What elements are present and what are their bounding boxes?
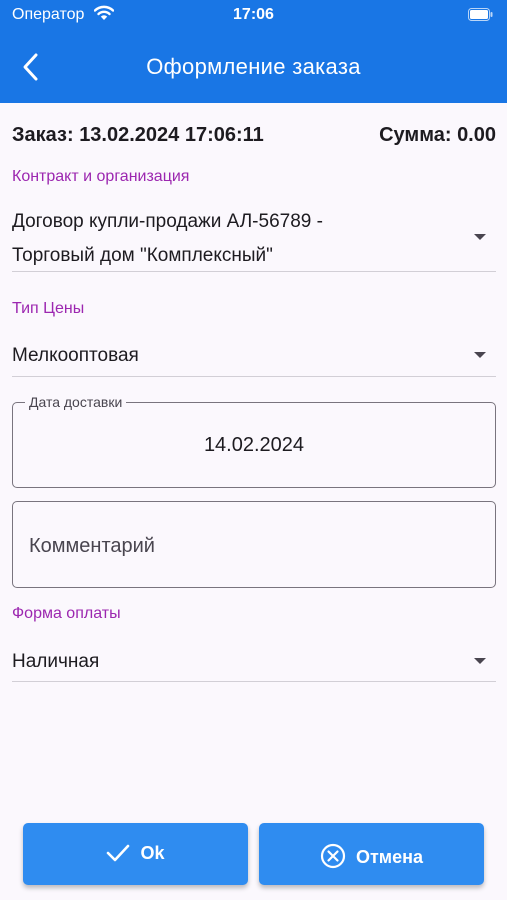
contract-label: Контракт и организация: [12, 168, 190, 185]
cancel-button-label: Отмена: [355, 847, 424, 867]
delivery-date-field[interactable]: Дата доставки 14.02.2024: [12, 394, 496, 488]
delivery-date-value: 14.02.2024: [203, 434, 305, 456]
order-datetime: Заказ: 13.02.2024 17:06:11: [12, 124, 264, 146]
cancel-button-content: Отмена: [259, 843, 484, 869]
check-icon: [107, 844, 130, 862]
cancel-button[interactable]: Отмена: [259, 823, 484, 885]
delivery-date-label: Дата доставки: [25, 394, 127, 410]
dropdown-arrow-icon: [474, 658, 486, 664]
dropdown-arrow-icon: [474, 352, 486, 358]
comment-field[interactable]: Комментарий: [12, 501, 496, 588]
page-title: Оформление заказа: [146, 54, 361, 79]
contract-value-line2: Торговый дом "Комплексный": [12, 245, 273, 266]
app-bar: Оператор 17:06 Оформление заказа: [0, 0, 507, 103]
comment-placeholder: Комментарий: [29, 535, 155, 557]
status-time: 17:06: [233, 6, 274, 23]
payment-label: Форма оплаты: [12, 605, 121, 622]
dropdown-arrow-icon: [474, 234, 486, 240]
contract-value-line1: Договор купли-продажи АЛ-56789 -: [12, 211, 323, 232]
price-type-select[interactable]: Мелкооптовая: [12, 337, 496, 377]
payment-select[interactable]: Наличная: [12, 643, 496, 682]
price-type-value: Мелкооптовая: [12, 345, 139, 366]
payment-value: Наличная: [12, 651, 100, 672]
contract-select[interactable]: Договор купли-продажи АЛ-56789 - Торговы…: [12, 201, 496, 272]
price-type-label: Тип Цены: [12, 300, 85, 317]
order-total: Сумма: 0.00: [379, 124, 496, 146]
battery-icon: [468, 8, 493, 21]
ok-button[interactable]: Ok: [23, 823, 248, 885]
cancel-circle-icon: [320, 843, 346, 869]
ok-button-content: Ok: [23, 843, 248, 864]
ok-button-label: Ok: [140, 843, 165, 863]
status-bar: Оператор 17:06: [0, 0, 507, 30]
